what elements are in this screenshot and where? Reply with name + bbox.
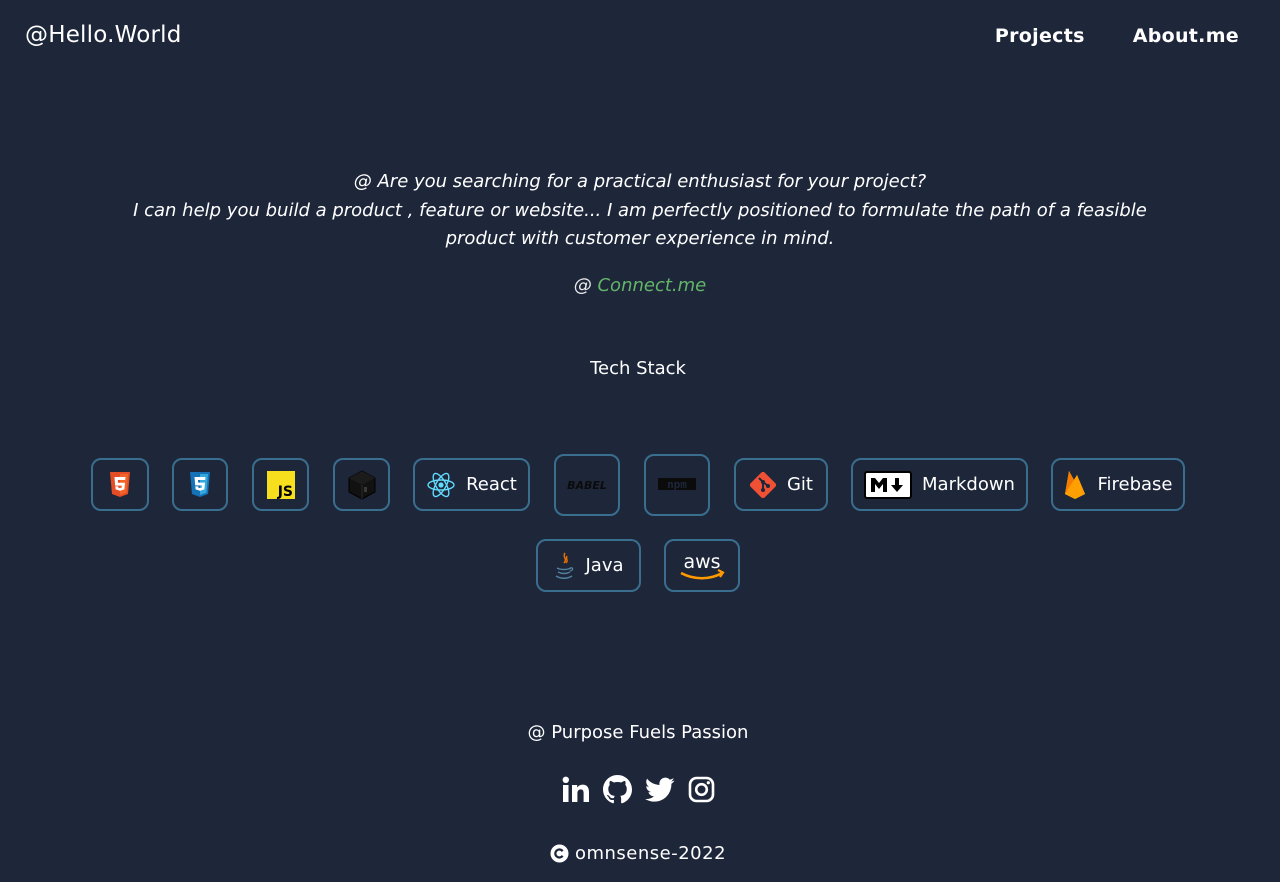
tech-aws[interactable]: aws — [664, 539, 740, 592]
javascript-icon: JS — [266, 470, 295, 499]
npm-label: npm — [667, 478, 687, 491]
linkedin-icon — [562, 776, 589, 802]
github-link[interactable] — [603, 775, 632, 808]
intro-text: @ Are you searching for a practical enth… — [0, 168, 1280, 254]
intro-line-3: product with customer experience in mind… — [445, 228, 835, 249]
connect-me-link[interactable]: Connect.me — [597, 275, 706, 296]
tech-java[interactable]: Java — [536, 539, 641, 592]
markdown-label: Markdown — [922, 474, 1015, 495]
tech-npm[interactable]: npm — [644, 454, 710, 516]
tech-git[interactable]: Git — [734, 458, 828, 511]
html5-icon — [110, 471, 130, 497]
aws-label: aws — [683, 551, 720, 573]
instagram-link[interactable] — [688, 776, 715, 807]
tech-css3[interactable] — [172, 458, 228, 511]
linkedin-link[interactable] — [562, 776, 590, 808]
tech-html5[interactable] — [91, 458, 149, 511]
connect-row: @ Connect.me — [0, 275, 1280, 296]
java-label: Java — [585, 555, 624, 576]
javascript-label: JS — [276, 484, 292, 499]
babel-label: BABEL — [567, 479, 607, 492]
firebase-label: Firebase — [1097, 474, 1173, 495]
git-label: Git — [786, 474, 813, 495]
react-icon — [427, 472, 455, 497]
social-links — [562, 775, 715, 808]
git-icon — [749, 471, 777, 498]
intro-line-1: @ Are you searching for a practical enth… — [353, 171, 927, 192]
react-label: React — [466, 474, 517, 495]
tech-stack-title: Tech Stack — [590, 358, 686, 379]
babel-icon: BABEL — [567, 479, 607, 492]
java-icon — [556, 552, 574, 579]
brand-logo[interactable]: @Hello.World — [25, 22, 182, 48]
nav-about-me[interactable]: About.me — [1133, 25, 1239, 47]
twitter-icon — [645, 777, 675, 802]
copyright: omnsense-2022 — [0, 843, 1276, 864]
tech-babel[interactable]: BABEL — [554, 454, 620, 516]
top-nav: Projects About.me — [995, 25, 1239, 47]
nav-projects[interactable]: Projects — [995, 25, 1085, 47]
css3-icon — [190, 471, 210, 497]
copyright-text: omnsense-2022 — [574, 843, 727, 864]
copyright-icon — [550, 844, 569, 863]
markdown-icon — [864, 470, 913, 499]
twitter-link[interactable] — [645, 777, 675, 807]
npm-icon: npm — [658, 478, 696, 491]
footer-tagline: @ Purpose Fuels Passion — [527, 722, 749, 743]
tech-cube[interactable] — [333, 458, 390, 511]
firebase-icon — [1065, 470, 1086, 499]
intro-line-2: I can help you build a product , feature… — [133, 199, 1147, 221]
cube-icon — [348, 469, 375, 500]
tech-react[interactable]: React — [413, 458, 530, 511]
connect-prefix: @ — [573, 275, 598, 296]
tech-javascript[interactable]: JS — [252, 458, 309, 511]
aws-icon: aws — [680, 551, 725, 579]
github-icon — [603, 775, 632, 804]
tech-firebase[interactable]: Firebase — [1051, 458, 1185, 511]
tech-markdown[interactable]: Markdown — [851, 458, 1028, 511]
instagram-icon — [688, 776, 715, 803]
